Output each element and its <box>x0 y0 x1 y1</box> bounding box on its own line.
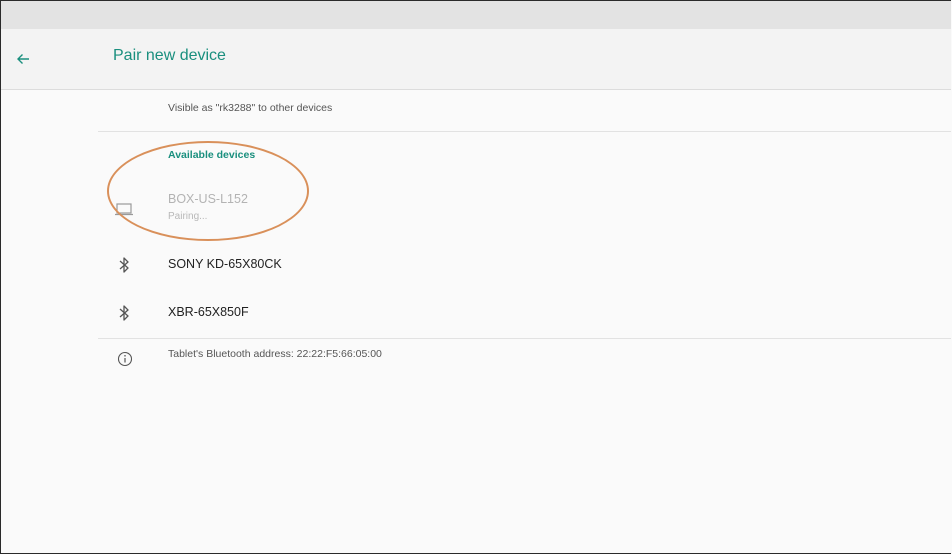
device-item-sony-kd-65x80ck[interactable]: SONY KD-65X80CK <box>98 244 951 290</box>
info-icon <box>114 348 136 370</box>
bluetooth-icon <box>113 302 135 324</box>
device-item-xbr-65x850f[interactable]: XBR-65X850F <box>98 293 951 339</box>
visibility-text: Visible as "rk3288" to other devices <box>168 102 333 114</box>
bluetooth-address-row: Tablet's Bluetooth address: 22:22:F5:66:… <box>98 342 951 372</box>
available-devices-header: Available devices <box>168 149 256 161</box>
divider <box>98 131 951 132</box>
bluetooth-address-text: Tablet's Bluetooth address: 22:22:F5:66:… <box>168 348 382 360</box>
laptop-icon <box>113 198 135 220</box>
bluetooth-icon <box>113 254 135 276</box>
device-name: SONY KD-65X80CK <box>168 257 282 271</box>
back-button[interactable] <box>9 45 37 73</box>
device-name: BOX-US-L152 <box>168 192 248 206</box>
app-window: Pair new device Visible as "rk3288" to o… <box>0 0 951 554</box>
arrow-back-icon <box>17 54 29 64</box>
device-name: XBR-65X850F <box>168 305 249 319</box>
status-bar <box>1 1 951 29</box>
device-status: Pairing... <box>168 211 208 222</box>
app-bar: Pair new device <box>1 29 951 90</box>
device-item-box-us-l152[interactable]: BOX-US-L152 Pairing... <box>98 186 951 232</box>
divider <box>98 338 951 339</box>
page-title: Pair new device <box>113 47 226 64</box>
